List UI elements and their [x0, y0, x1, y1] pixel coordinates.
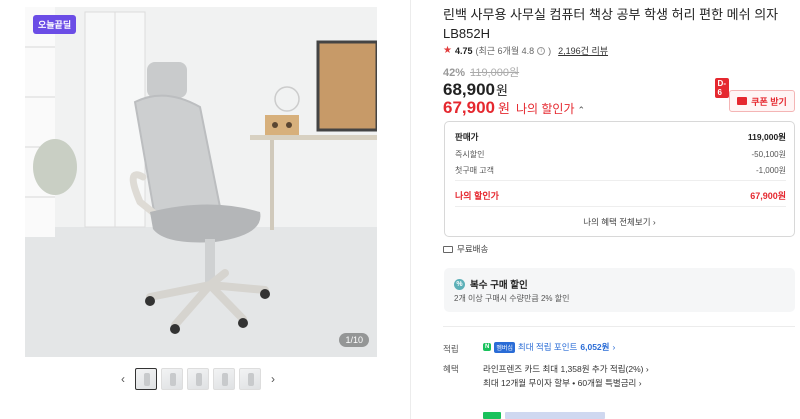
truck-icon [443, 245, 453, 253]
breakdown-label: 판매가 [455, 132, 479, 142]
multi-buy-discount-box: % 복수 구매 할인 2개 이상 구매시 수량만큼 2% 할인 [444, 268, 795, 312]
my-price-breakdown-row: 나의 할인가 67,900원 [455, 189, 786, 202]
price-breakdown-box: 판매가 119,000원 즉시할인 -50,100원 첫구매 고객 -1,000… [444, 121, 795, 237]
breakdown-row: 판매가 119,000원 [455, 131, 786, 143]
discount-row: 42% 119,000원 [443, 64, 519, 80]
installment-benefit-text: 최대 12개월 무이자 할부 • 60개월 특별금리 [483, 378, 637, 388]
rating-detail: (최근 6개월 4.8 [475, 46, 535, 56]
cut-off-badge [483, 412, 501, 419]
thumbnail[interactable] [239, 368, 261, 390]
rating-detail-close: ) [548, 45, 552, 56]
star-icon: ★ [443, 45, 452, 56]
multi-buy-title: 복수 구매 할인 [470, 280, 528, 291]
thumbnail[interactable] [161, 368, 183, 390]
main-product-image[interactable]: 오늘끝딜 1/10 [25, 7, 377, 357]
coupon-label: 쿠폰 받기 [751, 96, 787, 107]
shipping-label: 무료배송 [457, 244, 489, 254]
review-count-link[interactable]: 2,196건 리뷰 [558, 44, 608, 57]
installment-benefit-link[interactable]: 최대 12개월 무이자 할부 • 60개월 특별금리 › [483, 377, 642, 389]
points-label: 적립 [443, 344, 459, 354]
image-counter: 1/10 [339, 333, 369, 347]
thumbnail[interactable] [213, 368, 235, 390]
all-benefits-label: 나의 혜택 전체보기 [583, 217, 651, 227]
chevron-right-icon: › [645, 364, 649, 374]
breakdown-label: 즉시할인 [455, 150, 485, 159]
breakdown-row: 첫구매 고객 -1,000원 [455, 165, 786, 176]
breakdown-label: 첫구매 고객 [455, 166, 495, 175]
my-price-unit: 원 [498, 101, 510, 116]
thumbnail-strip: ‹ › [115, 366, 281, 392]
card-benefit-link[interactable]: 라인프렌즈 카드 최대 1,358원 추가 적립(2%) › [483, 363, 649, 375]
breakdown-value: -1,000원 [755, 166, 786, 175]
coupon-icon [737, 97, 748, 105]
shipping-info: 무료배송 [443, 243, 488, 255]
cut-off-text [505, 412, 605, 419]
multi-buy-title-row: % 복수 구매 할인 [454, 277, 528, 291]
get-coupon-button[interactable]: 쿠폰 받기 [729, 90, 795, 112]
perks-label: 혜택 [443, 364, 459, 374]
thumbnail-prev-arrow-icon[interactable]: ‹ [115, 367, 131, 391]
chevron-right-icon: › [638, 378, 642, 388]
thumbnail-next-arrow-icon[interactable]: › [265, 367, 281, 391]
thumbnail[interactable] [135, 368, 157, 390]
rating-score: 4.75 [454, 45, 473, 56]
original-price: 119,000원 [470, 67, 520, 79]
discount-percent: 42% [443, 67, 466, 79]
column-divider [410, 0, 411, 419]
membership-badge: 멤버십 [494, 341, 515, 353]
multi-buy-description: 2개 이상 구매시 수량만큼 2% 할인 [454, 294, 570, 303]
sale-price: 68,900 [443, 80, 495, 99]
product-title: 린백 사무용 사무실 컴퓨터 책상 공부 학생 허리 편한 메쉬 의자 LB85… [443, 7, 779, 41]
dday-badge: D-6 [714, 78, 729, 98]
percent-icon: % [454, 278, 465, 290]
product-gallery: 오늘끝딜 1/10 ‹ › [0, 0, 410, 419]
chevron-up-icon[interactable]: ⌃ [578, 105, 586, 116]
points-amount: 6,052원 [580, 342, 610, 352]
product-info-panel: 린백 사무용 사무실 컴퓨터 책상 공부 학생 허리 편한 메쉬 의자 LB85… [443, 0, 800, 419]
points-link[interactable]: N 멤버십 최대 적립 포인트 6,052원 › [483, 341, 615, 353]
rating-row: ★ 4.75 (최근 6개월 4.8 i) 2,196건 리뷰 [443, 44, 608, 57]
section-divider [443, 326, 795, 327]
sale-price-unit: 원 [496, 83, 508, 98]
breakdown-value: -50,100원 [751, 150, 787, 159]
sale-price-row: 68,900 원 [443, 80, 508, 100]
thumbnail[interactable] [187, 368, 209, 390]
info-icon[interactable]: i [537, 46, 546, 55]
card-benefit-text: 라인프렌즈 카드 최대 1,358원 추가 적립(2%) [483, 364, 644, 374]
naver-pay-badge: N [483, 343, 492, 351]
today-deal-badge: 오늘끝딜 [33, 15, 77, 34]
my-price-row[interactable]: 67,900 원 나의 할인가 ⌃ [443, 98, 585, 118]
my-price-label: 나의 할인가 [515, 102, 575, 116]
chevron-right-icon: › [652, 217, 656, 227]
all-benefits-link[interactable]: 나의 혜택 전체보기 › [445, 216, 794, 228]
breakdown-divider [455, 180, 786, 181]
chevron-right-icon: › [612, 342, 616, 352]
breakdown-label: 나의 할인가 [455, 191, 499, 201]
breakdown-divider [455, 206, 786, 207]
breakdown-row: 즉시할인 -50,100원 [455, 149, 786, 160]
office-chair-photo [25, 7, 377, 357]
breakdown-value: 67,900원 [750, 191, 786, 201]
breakdown-value: 119,000원 [747, 132, 786, 142]
my-price: 67,900 [443, 98, 495, 117]
points-text: 최대 적립 포인트 [517, 342, 578, 352]
